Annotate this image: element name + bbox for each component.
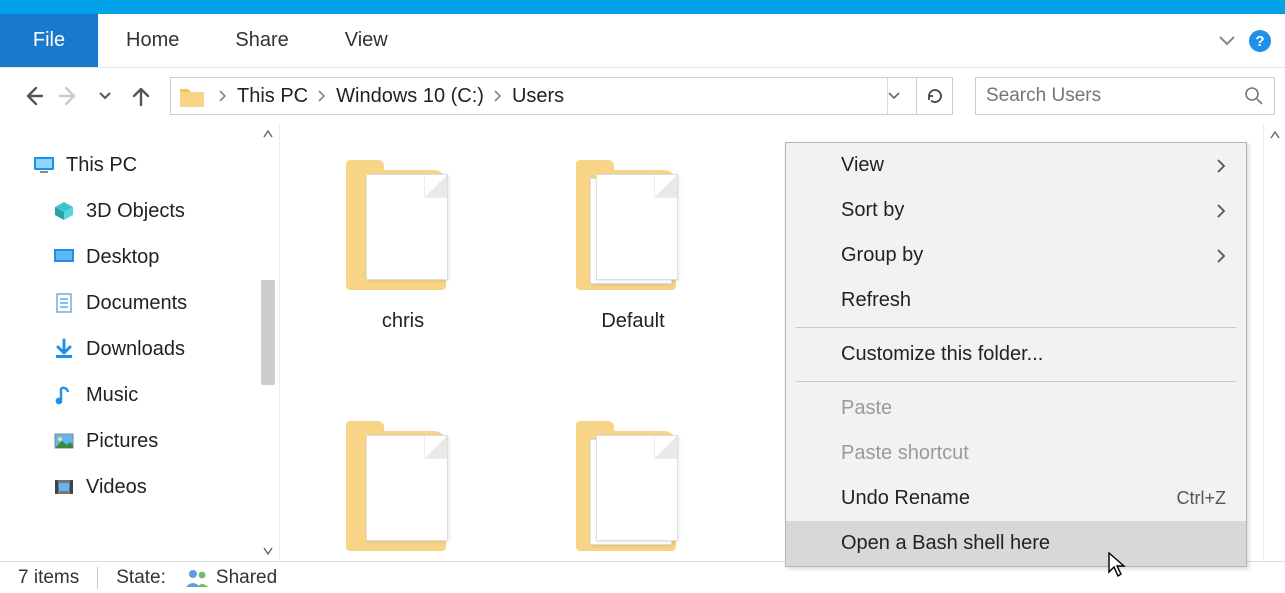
computer-icon <box>32 153 56 177</box>
ctx-label: Paste shortcut <box>841 442 969 465</box>
recent-locations-button[interactable] <box>92 83 118 109</box>
shared-icon <box>184 568 212 588</box>
ribbon-tab-home[interactable]: Home <box>98 14 207 67</box>
ctx-customize-folder[interactable]: Customize this folder... <box>786 332 1246 377</box>
folder-label: Default <box>601 310 664 333</box>
ctx-label: Sort by <box>841 199 904 222</box>
ctx-view[interactable]: View <box>786 143 1246 188</box>
ctx-label: Refresh <box>841 289 911 312</box>
ctx-separator <box>796 381 1236 382</box>
ctx-label: Paste <box>841 397 892 420</box>
ctx-label: Open a Bash shell here <box>841 532 1050 555</box>
sidebar-label: Music <box>86 384 138 407</box>
sidebar-label: 3D Objects <box>86 200 185 223</box>
state-value: Shared <box>216 567 277 589</box>
folder-icon <box>177 81 207 111</box>
sidebar-label: This PC <box>66 154 137 177</box>
item-count: 7 items <box>18 567 79 589</box>
folder-icon <box>338 152 468 302</box>
folder-icon <box>568 413 698 563</box>
ctx-label: View <box>841 154 884 177</box>
ribbon-tab-share[interactable]: Share <box>207 14 316 67</box>
folder-icon <box>338 413 468 563</box>
sidebar-item-this-pc[interactable]: This PC <box>32 142 279 188</box>
back-button[interactable] <box>20 83 46 109</box>
search-input[interactable] <box>986 85 1244 107</box>
desktop-icon <box>52 245 76 269</box>
sidebar-item-pictures[interactable]: Pictures <box>32 418 279 464</box>
ctx-paste-shortcut: Paste shortcut <box>786 431 1246 476</box>
scroll-up-icon[interactable] <box>263 130 273 138</box>
chevron-right-icon <box>1216 159 1226 173</box>
scroll-up-icon[interactable] <box>1264 124 1285 146</box>
breadcrumb-folder[interactable]: Users <box>508 78 568 114</box>
breadcrumb-this-pc[interactable]: This PC <box>233 78 312 114</box>
context-menu: View Sort by Group by Refresh Customize … <box>785 142 1247 567</box>
ctx-shortcut: Ctrl+Z <box>1177 488 1227 509</box>
folder-icon <box>568 152 698 302</box>
address-bar[interactable]: This PC Windows 10 (C:) Users <box>170 77 953 115</box>
navigation-bar: This PC Windows 10 (C:) Users <box>0 68 1285 124</box>
file-tab[interactable]: File <box>0 14 98 67</box>
chevron-right-icon[interactable] <box>312 90 332 102</box>
navigation-pane: This PC 3D Objects Desktop Documents Dow… <box>0 124 280 561</box>
folder-item[interactable] <box>328 413 478 563</box>
ctx-sort-by[interactable]: Sort by <box>786 188 1246 233</box>
address-history-dropdown[interactable] <box>888 92 916 100</box>
separator <box>97 567 98 589</box>
ribbon: File Home Share View ? <box>0 14 1285 68</box>
ctx-refresh[interactable]: Refresh <box>786 278 1246 323</box>
sidebar-label: Pictures <box>86 430 158 453</box>
music-icon <box>52 383 76 407</box>
sidebar-item-downloads[interactable]: Downloads <box>32 326 279 372</box>
ctx-paste: Paste <box>786 386 1246 431</box>
sidebar-label: Desktop <box>86 246 159 269</box>
ctx-group-by[interactable]: Group by <box>786 233 1246 278</box>
sidebar-item-videos[interactable]: Videos <box>32 464 279 510</box>
state-label: State: <box>116 567 166 589</box>
ctx-label: Undo Rename <box>841 487 970 510</box>
folder-item[interactable] <box>558 413 708 563</box>
sidebar-item-music[interactable]: Music <box>32 372 279 418</box>
help-icon[interactable]: ? <box>1249 30 1271 52</box>
chevron-right-icon <box>1216 204 1226 218</box>
chevron-right-icon[interactable] <box>213 90 233 102</box>
sidebar-scrollbar[interactable] <box>257 130 279 555</box>
refresh-button[interactable] <box>916 78 952 114</box>
ctx-open-bash-shell[interactable]: Open a Bash shell here <box>786 521 1246 566</box>
cube-icon <box>52 199 76 223</box>
sidebar-label: Downloads <box>86 338 185 361</box>
ctx-label: Group by <box>841 244 923 267</box>
pictures-icon <box>52 429 76 453</box>
folder-item[interactable]: chris <box>328 152 478 333</box>
scroll-down-icon[interactable] <box>263 547 273 555</box>
sidebar-item-3d-objects[interactable]: 3D Objects <box>32 188 279 234</box>
download-icon <box>52 337 76 361</box>
breadcrumb-drive[interactable]: Windows 10 (C:) <box>332 78 488 114</box>
window-titlebar <box>0 0 1285 14</box>
sidebar-label: Videos <box>86 476 147 499</box>
content-scrollbar[interactable] <box>1263 124 1285 561</box>
documents-icon <box>52 291 76 315</box>
folder-label: chris <box>382 310 424 333</box>
sidebar-item-desktop[interactable]: Desktop <box>32 234 279 280</box>
ctx-separator <box>796 327 1236 328</box>
search-box[interactable] <box>975 77 1275 115</box>
chevron-right-icon[interactable] <box>488 90 508 102</box>
forward-button[interactable] <box>56 83 82 109</box>
sidebar-label: Documents <box>86 292 187 315</box>
sidebar-item-documents[interactable]: Documents <box>32 280 279 326</box>
ctx-label: Customize this folder... <box>841 343 1043 366</box>
search-icon[interactable] <box>1244 86 1264 106</box>
ribbon-tab-view[interactable]: View <box>317 14 416 67</box>
up-button[interactable] <box>128 83 154 109</box>
ctx-undo-rename[interactable]: Undo Rename Ctrl+Z <box>786 476 1246 521</box>
scrollbar-thumb[interactable] <box>261 280 275 385</box>
chevron-right-icon <box>1216 249 1226 263</box>
ribbon-expand-icon[interactable] <box>1219 36 1235 46</box>
videos-icon <box>52 475 76 499</box>
folder-item[interactable]: Default <box>558 152 708 333</box>
